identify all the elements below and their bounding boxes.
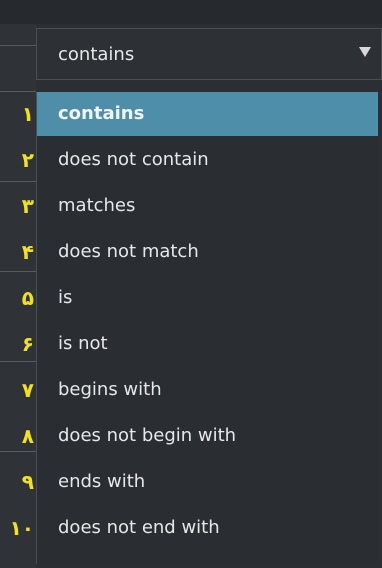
option-label: does not contain <box>58 149 209 170</box>
option-label: does not begin with <box>58 425 237 446</box>
option-is[interactable]: is <box>37 276 378 320</box>
gutter-divider <box>0 181 36 182</box>
annotation-number-8: ۸ <box>21 424 34 448</box>
dark-ui-frame: contains contains does not contain match… <box>0 0 382 568</box>
option-label: is <box>58 287 73 308</box>
option-ends-with[interactable]: ends with <box>37 460 378 504</box>
annotation-number-10: ۱۰ <box>9 516 34 540</box>
gutter-divider <box>0 451 36 452</box>
option-label: ends with <box>58 471 146 492</box>
option-label: does not end with <box>58 517 220 538</box>
option-begins-with[interactable]: begins with <box>37 368 378 412</box>
option-does-not-match[interactable]: does not match <box>37 230 378 274</box>
option-label: matches <box>58 195 136 216</box>
select-value: contains <box>58 44 135 65</box>
match-type-select[interactable]: contains <box>36 28 382 80</box>
annotation-number-3: ۳ <box>21 194 34 218</box>
option-label: begins with <box>58 379 162 400</box>
gutter-divider <box>0 45 36 46</box>
option-does-not-end-with[interactable]: does not end with <box>37 506 378 550</box>
annotation-number-4: ۴ <box>21 240 34 264</box>
option-matches[interactable]: matches <box>37 184 378 228</box>
annotation-number-7: ۷ <box>21 378 34 402</box>
option-does-not-contain[interactable]: does not contain <box>37 138 378 182</box>
option-contains[interactable]: contains <box>37 92 378 136</box>
annotation-number-2: ۲ <box>21 148 34 172</box>
gutter-divider <box>0 271 36 272</box>
top-bar <box>0 0 382 24</box>
annotation-number-6: ۶ <box>21 332 34 356</box>
option-label: contains <box>58 103 145 124</box>
option-label: is not <box>58 333 108 354</box>
option-label: does not match <box>58 241 199 262</box>
annotation-number-1: ۱ <box>21 102 34 126</box>
gutter-divider <box>0 361 36 362</box>
annotation-number-9: ۹ <box>21 470 34 494</box>
option-does-not-begin-with[interactable]: does not begin with <box>37 414 378 458</box>
caret-down-icon[interactable] <box>359 47 371 57</box>
annotation-number-5: ۵ <box>21 286 34 310</box>
option-is-not[interactable]: is not <box>37 322 378 366</box>
match-type-dropdown-menu: contains does not contain matches does n… <box>36 92 378 564</box>
gutter-divider <box>0 91 36 92</box>
